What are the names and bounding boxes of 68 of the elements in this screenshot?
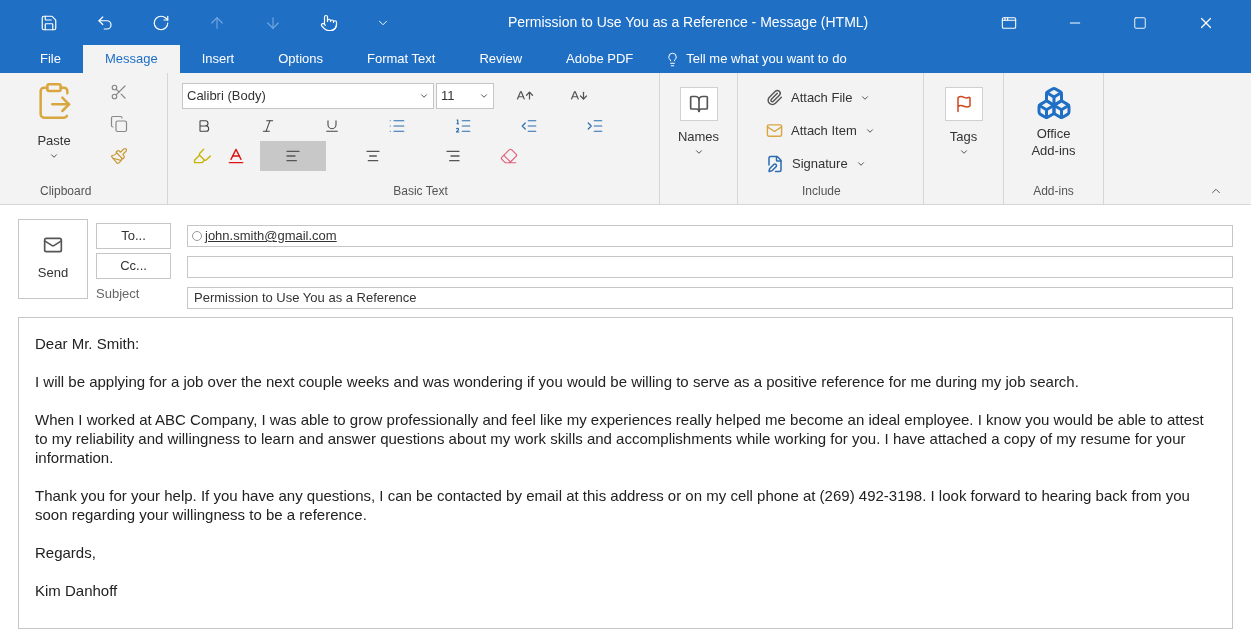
- cc-button[interactable]: Cc...: [96, 253, 171, 279]
- save-icon[interactable]: [40, 13, 58, 32]
- underline-icon[interactable]: [324, 118, 340, 134]
- names-button[interactable]: Names: [677, 87, 720, 157]
- include-button[interactable]: Attach Item: [766, 114, 923, 147]
- paste-button[interactable]: Paste: [28, 81, 80, 182]
- group-label: Add-ins: [1033, 183, 1074, 200]
- paintbrush-icon[interactable]: [110, 147, 128, 165]
- body-paragraph: Dear Mr. Smith:: [35, 334, 141, 353]
- maximize-icon[interactable]: [1133, 15, 1147, 30]
- increase-indent-icon[interactable]: [586, 117, 604, 135]
- signature-icon: [766, 154, 784, 173]
- decrease-indent-icon[interactable]: [520, 117, 538, 135]
- window-title: Permission to Use You as a Reference - Message (HTML): [508, 13, 869, 32]
- ribbon-tab[interactable]: Message: [82, 45, 180, 73]
- undo-icon[interactable]: [96, 13, 114, 32]
- body-paragraph: Kim Danhoff: [35, 581, 119, 600]
- caret-icon: [419, 91, 429, 101]
- font-size-field[interactable]: 11: [436, 83, 494, 109]
- body-paragraph: Thank you for your help. If you have any questions, I can be contacted by email at this address or on my cell phone at (269) 492-3198. I look forward to hearing back from you soon regarding your willingness to be a reference.: [35, 486, 1191, 524]
- group-label: Include: [801, 183, 842, 200]
- body-paragraph: I will be applying for a job over the next couple weeks and was wondering if you would be willing to serve as a positive reference for me during my job search.: [35, 372, 1080, 391]
- flag-icon: [954, 95, 973, 113]
- cubes-icon: [1035, 85, 1072, 121]
- italic-icon[interactable]: [260, 118, 276, 134]
- align-button[interactable]: [260, 141, 326, 171]
- ribbon-tab[interactable]: Options: [256, 45, 346, 73]
- redo-icon[interactable]: [152, 13, 170, 32]
- subject-label: Subject: [96, 285, 141, 304]
- include-button[interactable]: Signature: [766, 147, 923, 180]
- tags-button[interactable]: Tags: [944, 87, 983, 157]
- subject-field[interactable]: Permission to Use You as a Reference: [187, 287, 1233, 309]
- include-button[interactable]: Attach File: [766, 81, 923, 114]
- group-label: Basic Text: [392, 183, 449, 200]
- paperclip-icon: [766, 89, 783, 106]
- highlight-icon[interactable]: [192, 146, 212, 166]
- ribbon-tab[interactable]: File: [18, 45, 83, 73]
- to-field[interactable]: john.smith@gmail.com: [187, 225, 1233, 247]
- align-left-icon: [285, 148, 301, 164]
- font-color-icon[interactable]: [226, 146, 246, 166]
- touch-mode-icon[interactable]: [320, 13, 338, 32]
- envelope-icon: [43, 235, 63, 256]
- numbering-icon[interactable]: [454, 117, 472, 135]
- body-paragraph: When I worked at ABC Company, I was able to grow professionally and feel like my experiences really helped me become an ideal employee. I know you would be able to attest to my reliability and willingness to learn and answer questions about my work skills and accomplishments while working for you. I have attached a copy of my resume for your information.: [35, 410, 1205, 467]
- caret-icon: [479, 91, 489, 101]
- office-add-ins-button[interactable]: Office Add-ins: [1023, 85, 1084, 159]
- ribbon-tab[interactable]: Format Text: [345, 45, 458, 73]
- send-button[interactable]: Send: [18, 219, 88, 299]
- bullets-icon[interactable]: [388, 117, 406, 135]
- scissors-icon[interactable]: [110, 83, 128, 101]
- align-right-icon: [445, 148, 461, 164]
- to-button[interactable]: To...: [96, 223, 171, 249]
- body-paragraph: Regards,: [35, 543, 97, 562]
- bold-icon[interactable]: [196, 118, 212, 134]
- envelope-icon: [766, 122, 783, 139]
- eraser-icon[interactable]: [500, 147, 518, 165]
- ribbon-tab[interactable]: Adobe PDF: [544, 45, 656, 73]
- ribbon-tab[interactable]: Insert: [179, 45, 257, 73]
- tell-me-field[interactable]: Tell me what you want to do: [686, 49, 847, 69]
- align-center-icon: [365, 148, 381, 164]
- address-book-icon: [688, 94, 709, 114]
- ribbon-tab[interactable]: Review: [457, 45, 545, 73]
- copy-icon[interactable]: [110, 115, 128, 133]
- group-label: Clipboard: [39, 183, 93, 200]
- ribbon-options-icon[interactable]: [1001, 14, 1017, 31]
- font-field[interactable]: Calibri (Body): [182, 83, 434, 109]
- message-body[interactable]: [18, 317, 1233, 629]
- cc-field[interactable]: [187, 256, 1233, 278]
